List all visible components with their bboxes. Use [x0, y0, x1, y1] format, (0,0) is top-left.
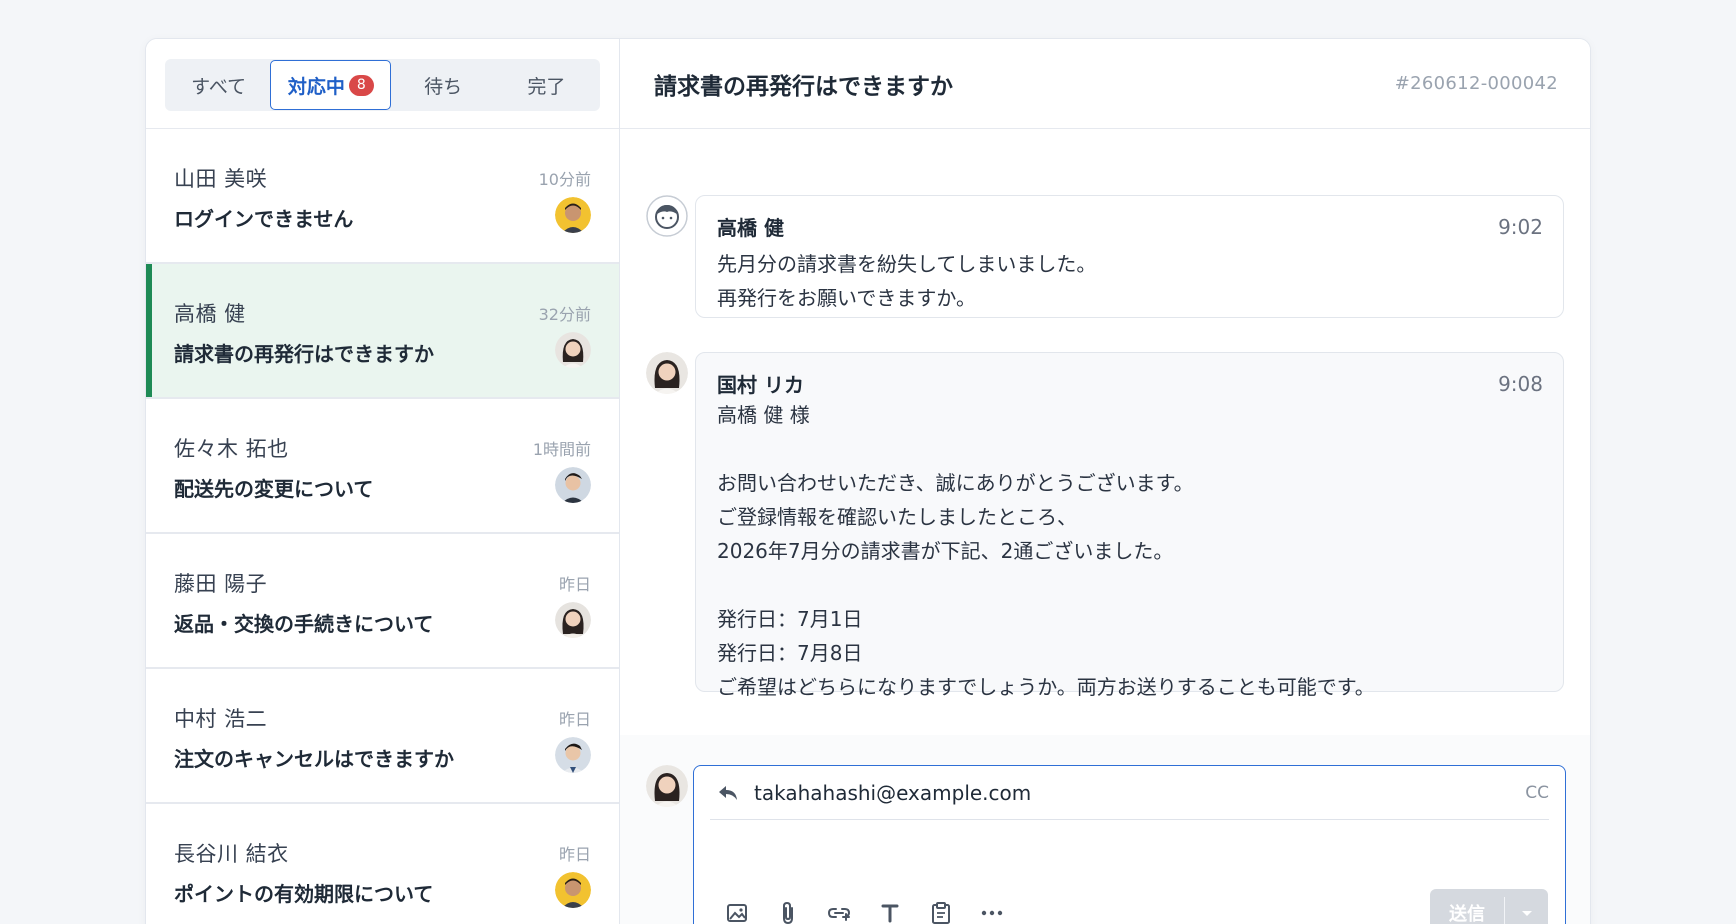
send-button[interactable]: 送信 [1430, 889, 1504, 924]
cc-button[interactable]: CC [1525, 783, 1549, 803]
customer-name: 山田 美咲 [174, 167, 268, 191]
message-line: ご希望はどちらになりますでしょうか。両方お送りすることも可能です。 [717, 675, 1375, 699]
conversation-list: 山田 美咲 10分前 ログインできません 高橋 健 32分前 請求書の再発行はで… [146, 129, 619, 924]
message-line-blank [717, 568, 1543, 602]
message-bubble: 国村 リカ 9:08 高橋 健 様 お問い合わせいただき、誠にありがとうございま… [695, 352, 1564, 699]
tab-label: 対応中 [287, 75, 345, 98]
chevron-down-icon [1521, 903, 1533, 922]
conversation-time: 昨日 [558, 575, 591, 594]
sender-name: 国村 リカ [717, 373, 804, 397]
conversation-item[interactable]: 中村 浩二 昨日 注文のキャンセルはできますか [146, 669, 619, 804]
customer-name: 中村 浩二 [174, 707, 268, 731]
insert-image-icon[interactable] [724, 900, 750, 924]
avatar [555, 332, 591, 368]
filter-tabs-container: すべて 対応中 8 待ち 完了 [146, 39, 619, 129]
send-button-group: 送信 [1430, 889, 1548, 924]
message-line: お問い合わせいただき、誠にありがとうございます。 [717, 471, 1194, 495]
reply-recipient-row: takahahashi@example.com CC [710, 766, 1549, 820]
conversation-item[interactable]: 長谷川 結衣 昨日 ポイントの有効期限について [146, 804, 619, 924]
message-line: 発行日：7月8日 [717, 641, 863, 665]
conversation-time: 32分前 [538, 305, 591, 324]
tab-all[interactable]: すべて [167, 60, 270, 110]
send-options-dropdown[interactable] [1505, 889, 1548, 924]
message-thread: 高橋 健 9:02 先月分の請求書を紛失してしまいました。 再発行をお願いできま… [620, 129, 1590, 735]
conversation-header: 請求書の再発行はできますか #260612-000042 [620, 39, 1590, 129]
text-format-icon[interactable] [877, 900, 903, 924]
conversation-item[interactable]: 佐々木 拓也 1時間前 配送先の変更について [146, 399, 619, 534]
tab-in-progress[interactable]: 対応中 8 [270, 60, 392, 110]
message-line: 再発行をお願いできますか。 [717, 286, 976, 310]
conversation-subject: 請求書の再発行はできますか [174, 342, 434, 366]
recipient-email[interactable]: takahahashi@example.com [754, 781, 1525, 805]
message-time: 9:02 [1498, 214, 1543, 239]
avatar [555, 602, 591, 638]
reply-composer: takahahashi@example.com CC 送信 [693, 765, 1566, 924]
conversation-time: 10分前 [538, 170, 591, 189]
message-time: 9:08 [1498, 371, 1543, 396]
composer-toolbar [724, 900, 1030, 924]
customer-name: 藤田 陽子 [174, 572, 268, 596]
page-title: 請求書の再発行はできますか [654, 73, 953, 100]
conversation-time: 昨日 [558, 845, 591, 864]
message-line: 高橋 健 様 [717, 403, 810, 427]
message-line-blank [717, 432, 1543, 466]
conversation-subject: 返品・交換の手続きについて [174, 612, 434, 636]
helpdesk-window: すべて 対応中 8 待ち 完了 山田 美咲 10分前 ログインできません 高橋 … [145, 38, 1591, 924]
avatar [555, 467, 591, 503]
tab-label: 完了 [527, 75, 566, 98]
tab-label: 待ち [424, 75, 463, 98]
message-line: 先月分の請求書を紛失してしまいました。 [717, 252, 1097, 276]
customer-name: 高橋 健 [174, 302, 246, 326]
sender-name: 高橋 健 [717, 216, 784, 240]
attachment-icon[interactable] [775, 900, 801, 924]
count-badge: 8 [348, 74, 374, 96]
avatar [555, 197, 591, 233]
tab-waiting[interactable]: 待ち [391, 60, 494, 110]
tab-label: すべて [191, 75, 247, 98]
conversation-item[interactable]: 山田 美咲 10分前 ログインできません [146, 129, 619, 264]
message-line: 2026年7月分の請求書が下記、2通ございました。 [717, 539, 1174, 563]
more-options-icon[interactable] [979, 900, 1005, 924]
customer-avatar-icon [646, 195, 688, 237]
agent-avatar [646, 352, 688, 394]
reply-body-input[interactable] [710, 828, 1549, 888]
conversation-subject: 注文のキャンセルはできますか [174, 747, 454, 771]
conversation-detail: 請求書の再発行はできますか #260612-000042 高橋 健 9:02 先… [620, 39, 1590, 924]
agent-avatar [646, 765, 688, 807]
conversation-item[interactable]: 藤田 陽子 昨日 返品・交換の手続きについて [146, 534, 619, 669]
conversation-subject: ポイントの有効期限について [174, 882, 434, 906]
customer-name: 佐々木 拓也 [174, 437, 289, 461]
clipboard-icon[interactable] [928, 900, 954, 924]
message-line: 発行日：7月1日 [717, 607, 863, 631]
avatar [555, 737, 591, 773]
conversation-subject: 配送先の変更について [174, 477, 374, 501]
avatar [555, 872, 591, 908]
ticket-id: #260612-000042 [1394, 73, 1558, 94]
customer-name: 長谷川 結衣 [174, 842, 289, 866]
conversation-time: 昨日 [558, 710, 591, 729]
conversation-sidebar: すべて 対応中 8 待ち 完了 山田 美咲 10分前 ログインできません 高橋 … [146, 39, 620, 924]
reply-icon [716, 781, 740, 805]
filter-tabs: すべて 対応中 8 待ち 完了 [165, 59, 600, 111]
conversation-time: 1時間前 [532, 440, 591, 459]
insert-link-icon[interactable] [826, 900, 852, 924]
tab-done[interactable]: 完了 [495, 60, 598, 110]
message-bubble: 高橋 健 9:02 先月分の請求書を紛失してしまいました。 再発行をお願いできま… [695, 195, 1564, 318]
message-line: ご登録情報を確認いたしましたところ、 [717, 505, 1077, 529]
conversation-item-active[interactable]: 高橋 健 32分前 請求書の再発行はできますか [146, 264, 619, 399]
conversation-subject: ログインできません [174, 207, 354, 231]
